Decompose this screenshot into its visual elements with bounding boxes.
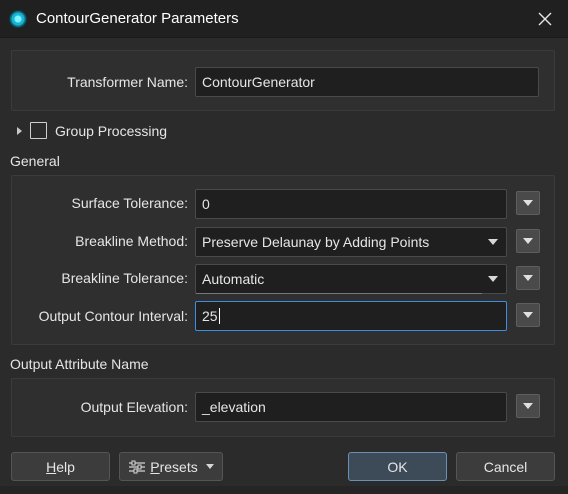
combo-underline	[196, 293, 482, 294]
chevron-down-icon	[523, 275, 533, 281]
help-button[interactable]: Help	[11, 452, 110, 481]
breakline-tolerance-value: Automatic	[202, 271, 265, 287]
help-button-label: Help	[46, 458, 75, 475]
surface-tolerance-options-button[interactable]	[516, 191, 540, 215]
surface-tolerance-value: 0	[202, 196, 210, 212]
output-contour-interval-input[interactable]: 25	[195, 301, 507, 331]
close-button[interactable]	[522, 0, 568, 38]
window-title: ContourGenerator Parameters	[36, 10, 239, 27]
output-elevation-value: _elevation	[202, 399, 266, 415]
output-contour-interval-label: Output Contour Interval:	[38, 308, 188, 324]
breakline-method-label: Breakline Method:	[75, 233, 188, 249]
close-icon	[538, 12, 552, 26]
breakline-tolerance-label: Breakline Tolerance:	[61, 270, 188, 286]
chevron-down-icon	[523, 200, 533, 206]
transformer-name-value: ContourGenerator	[202, 74, 315, 90]
title-bar: ContourGenerator Parameters	[0, 0, 568, 38]
output-contour-interval-options-button[interactable]	[516, 303, 540, 327]
output-elevation-options-button[interactable]	[516, 394, 540, 418]
output-elevation-input[interactable]: _elevation	[195, 392, 507, 422]
text-caret	[218, 308, 220, 324]
group-processing-expander-icon[interactable]	[17, 127, 22, 135]
breakline-method-options-button[interactable]	[516, 229, 540, 253]
transformer-name-label: Transformer Name:	[67, 74, 188, 90]
dropdown-arrow-icon	[488, 239, 498, 245]
group-processing-label: Group Processing	[55, 123, 168, 139]
cancel-button-label: Cancel	[483, 458, 528, 475]
transformer-name-input[interactable]: ContourGenerator	[195, 67, 539, 97]
breakline-tolerance-options-button[interactable]	[516, 266, 540, 290]
breakline-tolerance-select[interactable]: Automatic	[195, 264, 507, 294]
window-bottom-edge	[0, 486, 568, 494]
dropdown-arrow-icon	[488, 276, 498, 282]
breakline-method-value: Preserve Delaunay by Adding Points	[202, 234, 430, 250]
ok-button[interactable]: OK	[348, 452, 447, 481]
chevron-down-icon	[205, 464, 214, 469]
presets-sliders-icon	[129, 460, 146, 473]
presets-button-label: Presets	[150, 458, 198, 475]
output-elevation-label: Output Elevation:	[80, 399, 188, 415]
group-processing-checkbox[interactable]	[30, 122, 47, 139]
chevron-down-icon	[523, 312, 533, 318]
output-attribute-section-title: Output Attribute Name	[10, 356, 149, 372]
app-icon	[10, 11, 26, 27]
chevron-down-icon	[523, 238, 533, 244]
breakline-method-select[interactable]: Preserve Delaunay by Adding Points	[195, 227, 507, 257]
surface-tolerance-input[interactable]: 0	[195, 189, 507, 219]
chevron-down-icon	[523, 403, 533, 409]
output-contour-interval-value: 25	[202, 308, 218, 324]
general-section-title: General	[10, 153, 60, 169]
cancel-button[interactable]: Cancel	[456, 452, 555, 481]
surface-tolerance-label: Surface Tolerance:	[71, 195, 188, 211]
ok-button-label: OK	[387, 458, 408, 475]
presets-button[interactable]: Presets	[119, 452, 223, 481]
